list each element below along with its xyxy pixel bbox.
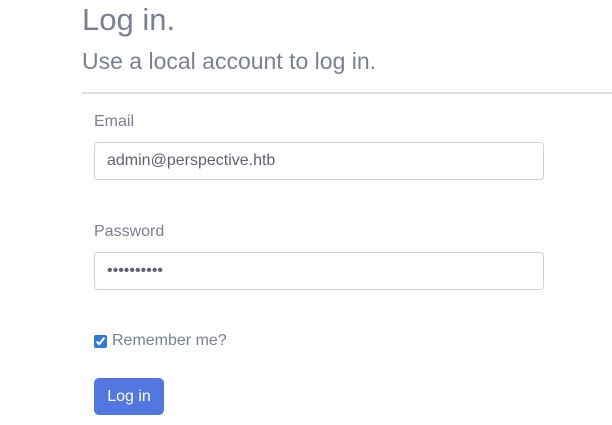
remember-me-label[interactable]: Remember me? — [112, 331, 227, 351]
email-label: Email — [94, 113, 135, 130]
password-label: Password — [94, 223, 165, 240]
login-page: Log in. Use a local account to log in. E… — [0, 0, 612, 425]
section-divider — [82, 92, 612, 94]
email-field[interactable] — [94, 142, 544, 180]
login-button[interactable]: Log in — [94, 378, 164, 415]
remember-me-row: Remember me? — [94, 331, 227, 351]
page-title: Log in. — [82, 2, 176, 37]
page-subtitle: Use a local account to log in. — [82, 48, 377, 74]
password-field[interactable] — [94, 252, 544, 290]
remember-me-checkbox[interactable] — [94, 334, 107, 348]
